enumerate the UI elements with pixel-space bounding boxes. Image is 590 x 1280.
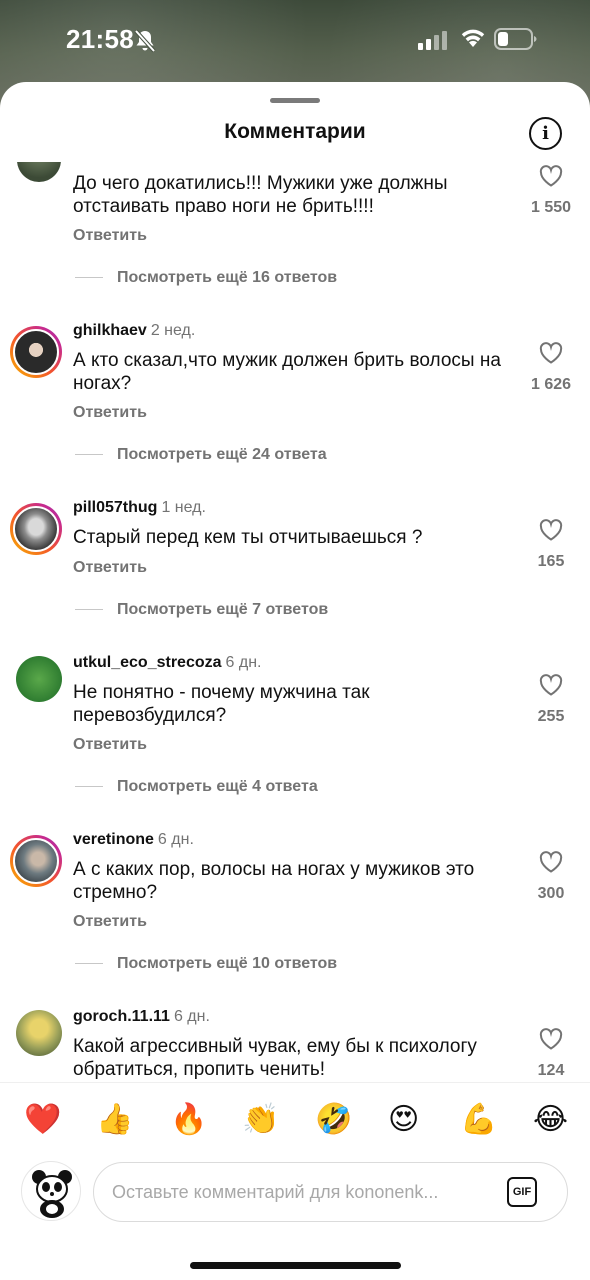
comment-input[interactable] (93, 1162, 568, 1222)
comment-age: 6 дн. (225, 654, 262, 671)
view-more-replies[interactable]: Посмотреть ещё 4 ответа (75, 778, 318, 796)
like-count: 255 (537, 708, 565, 725)
heart-icon[interactable] (539, 519, 563, 541)
battery-icon (494, 28, 537, 50)
username[interactable]: goroch.11.11 (73, 1008, 170, 1025)
reaction-rofl[interactable]: 🤣 (315, 1105, 352, 1135)
comment-age: 6 дн. (157, 831, 194, 848)
heart-icon[interactable] (539, 851, 563, 873)
reply-button[interactable]: Ответить (73, 913, 147, 931)
heart-icon[interactable] (539, 165, 563, 187)
avatar[interactable] (16, 656, 62, 702)
reaction-heart[interactable]: ❤️ (24, 1105, 61, 1135)
comment-header: pill057thug 1 нед. (73, 499, 206, 517)
avatar[interactable] (17, 162, 61, 182)
view-more-label: Посмотреть ещё 7 ответов (117, 601, 329, 618)
comment-text: А с каких пор, волосы на ногах у мужиков… (73, 859, 475, 903)
like-count: 1 626 (530, 376, 572, 393)
like-count: 1 550 (530, 199, 572, 216)
view-more-replies[interactable]: Посмотреть ещё 10 ответов (75, 955, 337, 973)
reaction-fire[interactable]: 🔥 (170, 1105, 207, 1135)
avatar[interactable] (10, 835, 62, 887)
heart-icon[interactable] (539, 674, 563, 696)
status-bar: 21:58 (0, 0, 590, 80)
view-more-replies[interactable]: Посмотреть ещё 16 ответов (75, 269, 337, 287)
reply-button[interactable]: Ответить (73, 559, 147, 577)
comment-text: Не понятно - почему мужчина так перевозб… (73, 682, 370, 726)
comments-list[interactable]: До чего докатились!!! Мужики уже должны … (0, 162, 590, 1082)
like-count: 300 (537, 885, 565, 902)
comment-header: ghilkhaev 2 нед. (73, 322, 195, 340)
comment-age: 2 нед. (150, 322, 196, 339)
wifi-icon (461, 29, 485, 47)
reaction-clap[interactable]: 👏 (242, 1105, 279, 1135)
comment-age: 1 нед. (161, 499, 206, 516)
username[interactable]: utkul_eco_strecoza (73, 654, 222, 671)
reaction-flexed-biceps[interactable]: 💪 (460, 1105, 497, 1135)
view-more-label: Посмотреть ещё 16 ответов (117, 269, 338, 286)
sheet-title: Комментарии (224, 120, 366, 143)
comment-header: veretinone 6 дн. (73, 831, 194, 849)
comments-sheet: Комментарии i До чего докатились!!! Мужи… (0, 82, 590, 1280)
comment-text: До чего докатились!!! Мужики уже должны … (73, 173, 448, 217)
panda-icon (32, 1170, 72, 1218)
comment-age: 6 дн. (173, 1008, 210, 1025)
silent-bell-icon (134, 29, 156, 53)
like-count: 165 (537, 553, 565, 570)
comment-text: Старый перед кем ты отчитываешься ? (73, 527, 423, 548)
reaction-bar: ❤️ 👍 🔥 👏 🤣 😍 💪 😂 (0, 1082, 590, 1162)
view-more-label: Посмотреть ещё 4 ответа (117, 778, 318, 795)
reply-button[interactable]: Ответить (73, 404, 147, 422)
info-icon: i (542, 122, 549, 144)
reaction-joy[interactable]: 😂 (533, 1105, 568, 1135)
username[interactable]: ghilkhaev (73, 322, 147, 339)
view-more-label: Посмотреть ещё 10 ответов (117, 955, 338, 972)
comment-header: utkul_eco_strecoza 6 дн. (73, 654, 261, 672)
status-time: 21:58 (66, 24, 134, 54)
avatar[interactable] (10, 503, 62, 555)
reply-button[interactable]: Ответить (73, 736, 147, 754)
username[interactable]: veretinone (73, 831, 154, 848)
like-count: 124 (537, 1062, 565, 1079)
reply-button[interactable]: Ответить (73, 227, 147, 245)
comment-text: Какой агрессивный чувак, ему бы к психол… (73, 1036, 477, 1080)
heart-icon[interactable] (539, 1028, 563, 1050)
avatar[interactable] (10, 326, 62, 378)
comment-text: А кто сказал,что мужик должен брить воло… (73, 350, 501, 394)
composer-avatar (21, 1161, 81, 1221)
gif-button[interactable]: GIF (507, 1177, 537, 1207)
info-button[interactable]: i (529, 117, 562, 150)
cellular-signal-icon (418, 31, 447, 50)
comment-header: goroch.11.11 6 дн. (73, 1008, 210, 1026)
username[interactable]: pill057thug (73, 499, 157, 516)
sheet-grabber[interactable] (270, 98, 320, 103)
home-indicator (190, 1262, 401, 1269)
view-more-label: Посмотреть ещё 24 ответа (117, 446, 327, 463)
view-more-replies[interactable]: Посмотреть ещё 24 ответа (75, 446, 327, 464)
reaction-thumbs-up[interactable]: 👍 (96, 1105, 133, 1135)
reaction-heart-eyes[interactable]: 😍 (388, 1105, 419, 1135)
avatar[interactable] (16, 1010, 62, 1056)
view-more-replies[interactable]: Посмотреть ещё 7 ответов (75, 601, 328, 619)
heart-icon[interactable] (539, 342, 563, 364)
